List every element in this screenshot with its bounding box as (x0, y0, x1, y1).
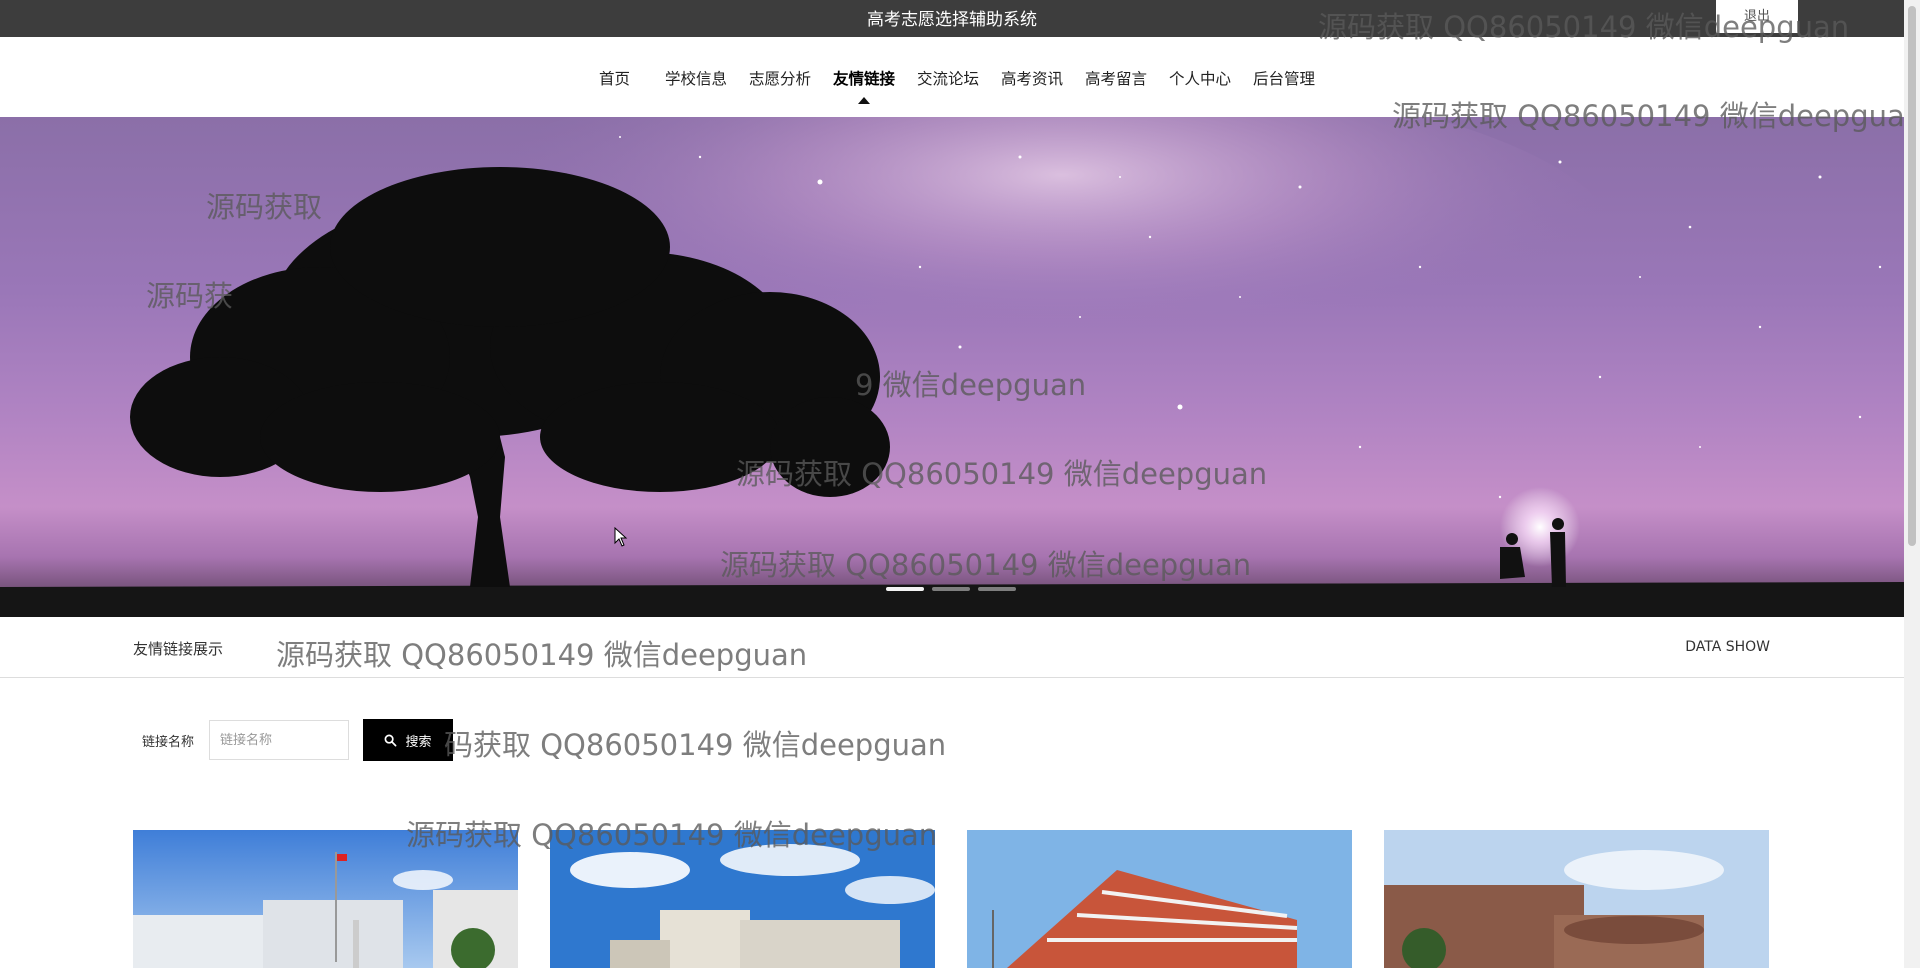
logout-button[interactable]: 退出 (1716, 0, 1798, 33)
search-button[interactable]: 搜索 (363, 719, 453, 761)
banner-image (0, 117, 1904, 617)
link-card-image (1384, 830, 1769, 968)
nav-item-friend-links[interactable]: 友情链接 (833, 67, 895, 89)
search-button-label: 搜索 (405, 734, 432, 750)
section-subtitle: DATA SHOW (1685, 639, 1770, 655)
top-bar: 高考志愿选择辅助系统 退出 (0, 0, 1904, 37)
search-label: 链接名称 (142, 735, 195, 750)
nav-item-home[interactable]: 首页 (599, 67, 630, 89)
link-card-4[interactable] (1384, 830, 1769, 968)
site-title: 高考志愿选择辅助系统 (867, 10, 1037, 30)
watermark-text: 码获取 QQ86050149 微信deepguan (444, 728, 947, 762)
search-icon (385, 734, 397, 746)
link-card-image (550, 830, 935, 968)
section-header: 友情链接展示 DATA SHOW (0, 617, 1904, 678)
main-nav: 首页 学校信息 志愿分析 友情链接 交流论坛 高考资讯 高考留言 个人中心 后台… (0, 37, 1904, 117)
nav-item-personal-center[interactable]: 个人中心 (1169, 67, 1231, 89)
scrollbar-thumb[interactable] (1908, 6, 1916, 546)
nav-item-volunteer-analysis[interactable]: 志愿分析 (749, 67, 811, 89)
nav-item-school-info[interactable]: 学校信息 (665, 67, 727, 89)
mouse-cursor-icon (614, 527, 628, 547)
carousel-dot-3[interactable] (978, 587, 1016, 591)
section-title: 友情链接展示 (133, 640, 224, 658)
nav-item-messages[interactable]: 高考留言 (1085, 67, 1147, 89)
active-indicator-icon (858, 97, 870, 104)
nav-item-news[interactable]: 高考资讯 (1001, 67, 1063, 89)
link-card-3[interactable] (967, 830, 1352, 968)
page: 高考志愿选择辅助系统 退出 首页 学校信息 志愿分析 友情链接 交流论坛 高考资… (0, 0, 1904, 968)
link-card-image (133, 830, 518, 968)
link-name-search-input[interactable] (209, 720, 349, 760)
page-scrollbar[interactable] (1904, 0, 1920, 968)
carousel-dot-1[interactable] (886, 587, 924, 591)
carousel-indicators (886, 587, 1016, 591)
nav-item-forum[interactable]: 交流论坛 (917, 67, 979, 89)
link-card-1[interactable] (133, 830, 518, 968)
carousel-dot-2[interactable] (932, 587, 970, 591)
link-card-2[interactable] (550, 830, 935, 968)
nav-item-admin[interactable]: 后台管理 (1253, 67, 1315, 89)
banner-carousel[interactable] (0, 117, 1904, 617)
link-card-image (967, 830, 1352, 968)
